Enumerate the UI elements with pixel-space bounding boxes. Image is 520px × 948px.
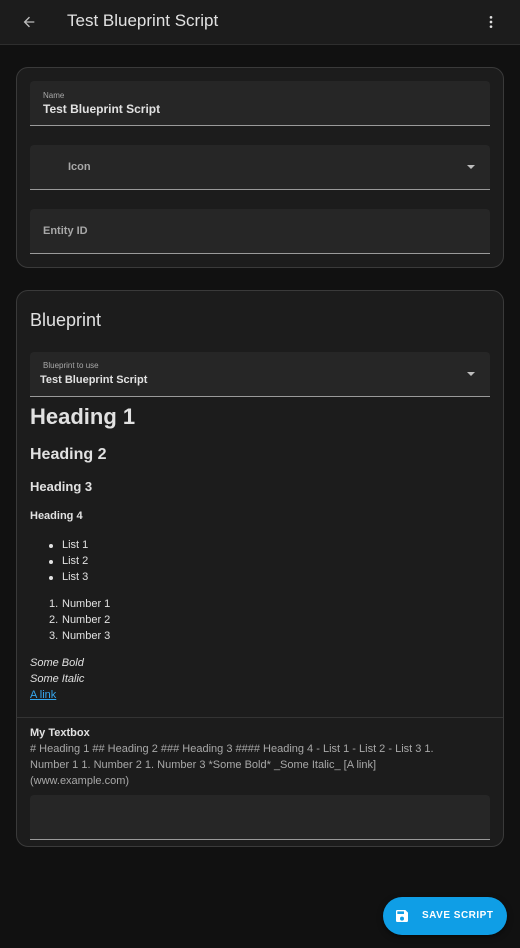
- icon-picker-label: Icon: [68, 161, 91, 173]
- back-button[interactable]: [17, 10, 41, 34]
- blueprint-card-title: Blueprint: [30, 310, 102, 330]
- description-bold-text: Some Bold: [30, 657, 84, 669]
- blueprint-select-label: Blueprint to use: [43, 361, 99, 370]
- blueprint-card: Blueprint Blueprint to use Test Blueprin…: [16, 290, 504, 847]
- name-field[interactable]: Name Test Blueprint Script: [30, 81, 490, 126]
- list-marker: 2.: [49, 614, 59, 626]
- description-link[interactable]: A link: [30, 689, 56, 701]
- name-field-value: Test Blueprint Script: [43, 102, 161, 116]
- list-item: Number 1: [62, 598, 111, 610]
- divider: [17, 717, 503, 718]
- icon-picker[interactable]: Icon: [30, 145, 490, 190]
- content-save-icon: [396, 910, 408, 922]
- chevron-down-icon: [467, 165, 475, 169]
- description-heading-2: Heading 2: [30, 446, 107, 463]
- page-title: Test Blueprint Script: [67, 11, 219, 30]
- description-heading-3: Heading 3: [30, 479, 93, 494]
- list-marker: 3.: [49, 630, 59, 642]
- save-script-button[interactable]: SAVE SCRIPT: [383, 897, 507, 935]
- list-item: Number 2: [62, 614, 111, 626]
- textbox-description: # Heading 1 ## Heading 2 ### Heading 3 #…: [30, 743, 434, 787]
- blueprint-select-value: Test Blueprint Script: [40, 374, 148, 386]
- list-item: List 1: [62, 539, 89, 551]
- list-item: Number 3: [62, 630, 111, 642]
- overflow-menu-button[interactable]: [479, 10, 503, 34]
- bullet-icon: [49, 544, 53, 548]
- description-italic-text: Some Italic: [30, 673, 85, 685]
- textbox-input[interactable]: [30, 795, 490, 840]
- blueprint-select[interactable]: Blueprint to use Test Blueprint Script: [30, 352, 490, 397]
- list-item: List 2: [62, 555, 89, 567]
- chevron-down-icon: [467, 372, 475, 376]
- description-heading-1: Heading 1: [30, 404, 136, 429]
- entity-id-label: Entity ID: [43, 225, 88, 237]
- dots-vertical-icon: [489, 16, 493, 28]
- save-script-label: SAVE SCRIPT: [422, 910, 494, 921]
- bullet-icon: [49, 560, 53, 564]
- top-app-bar: Test Blueprint Script: [0, 0, 520, 45]
- description-heading-4: Heading 4: [30, 510, 83, 522]
- list-item: List 3: [62, 571, 89, 583]
- script-settings-card: Name Test Blueprint Script Icon Entity I…: [16, 67, 504, 268]
- bullet-icon: [49, 576, 53, 580]
- textbox-label: My Textbox: [30, 727, 90, 739]
- name-field-label: Name: [43, 91, 65, 100]
- list-marker: 1.: [49, 598, 59, 610]
- arrow-left-icon: [23, 16, 35, 28]
- entity-id-field[interactable]: Entity ID: [30, 209, 490, 254]
